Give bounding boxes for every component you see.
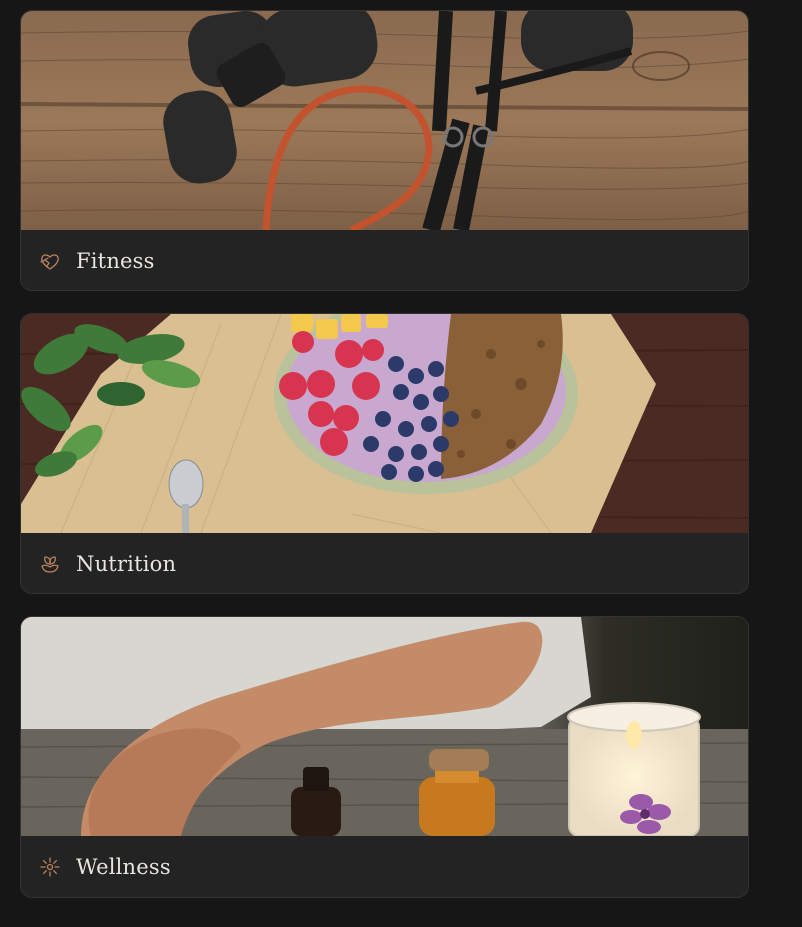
sparkle-burst-icon [38, 855, 62, 879]
category-label-nutrition: Nutrition [76, 552, 177, 576]
category-caption: Wellness [21, 836, 748, 897]
fitness-equipment-photo [21, 11, 748, 230]
category-label-wellness: Wellness [76, 855, 171, 879]
category-caption: Nutrition [21, 533, 748, 593]
category-card-wellness[interactable]: Wellness [20, 616, 749, 898]
aromatherapy-candle-photo [21, 617, 748, 836]
category-card-nutrition[interactable]: Nutrition [20, 313, 749, 594]
smoothie-bowl-photo [21, 314, 748, 533]
category-list: Fitness Nutrition Wellness [0, 0, 802, 927]
sprout-icon [38, 552, 62, 576]
category-card-fitness[interactable]: Fitness [20, 10, 749, 291]
heart-hands-icon [38, 249, 62, 273]
category-label-fitness: Fitness [76, 249, 155, 273]
category-caption: Fitness [21, 230, 748, 290]
